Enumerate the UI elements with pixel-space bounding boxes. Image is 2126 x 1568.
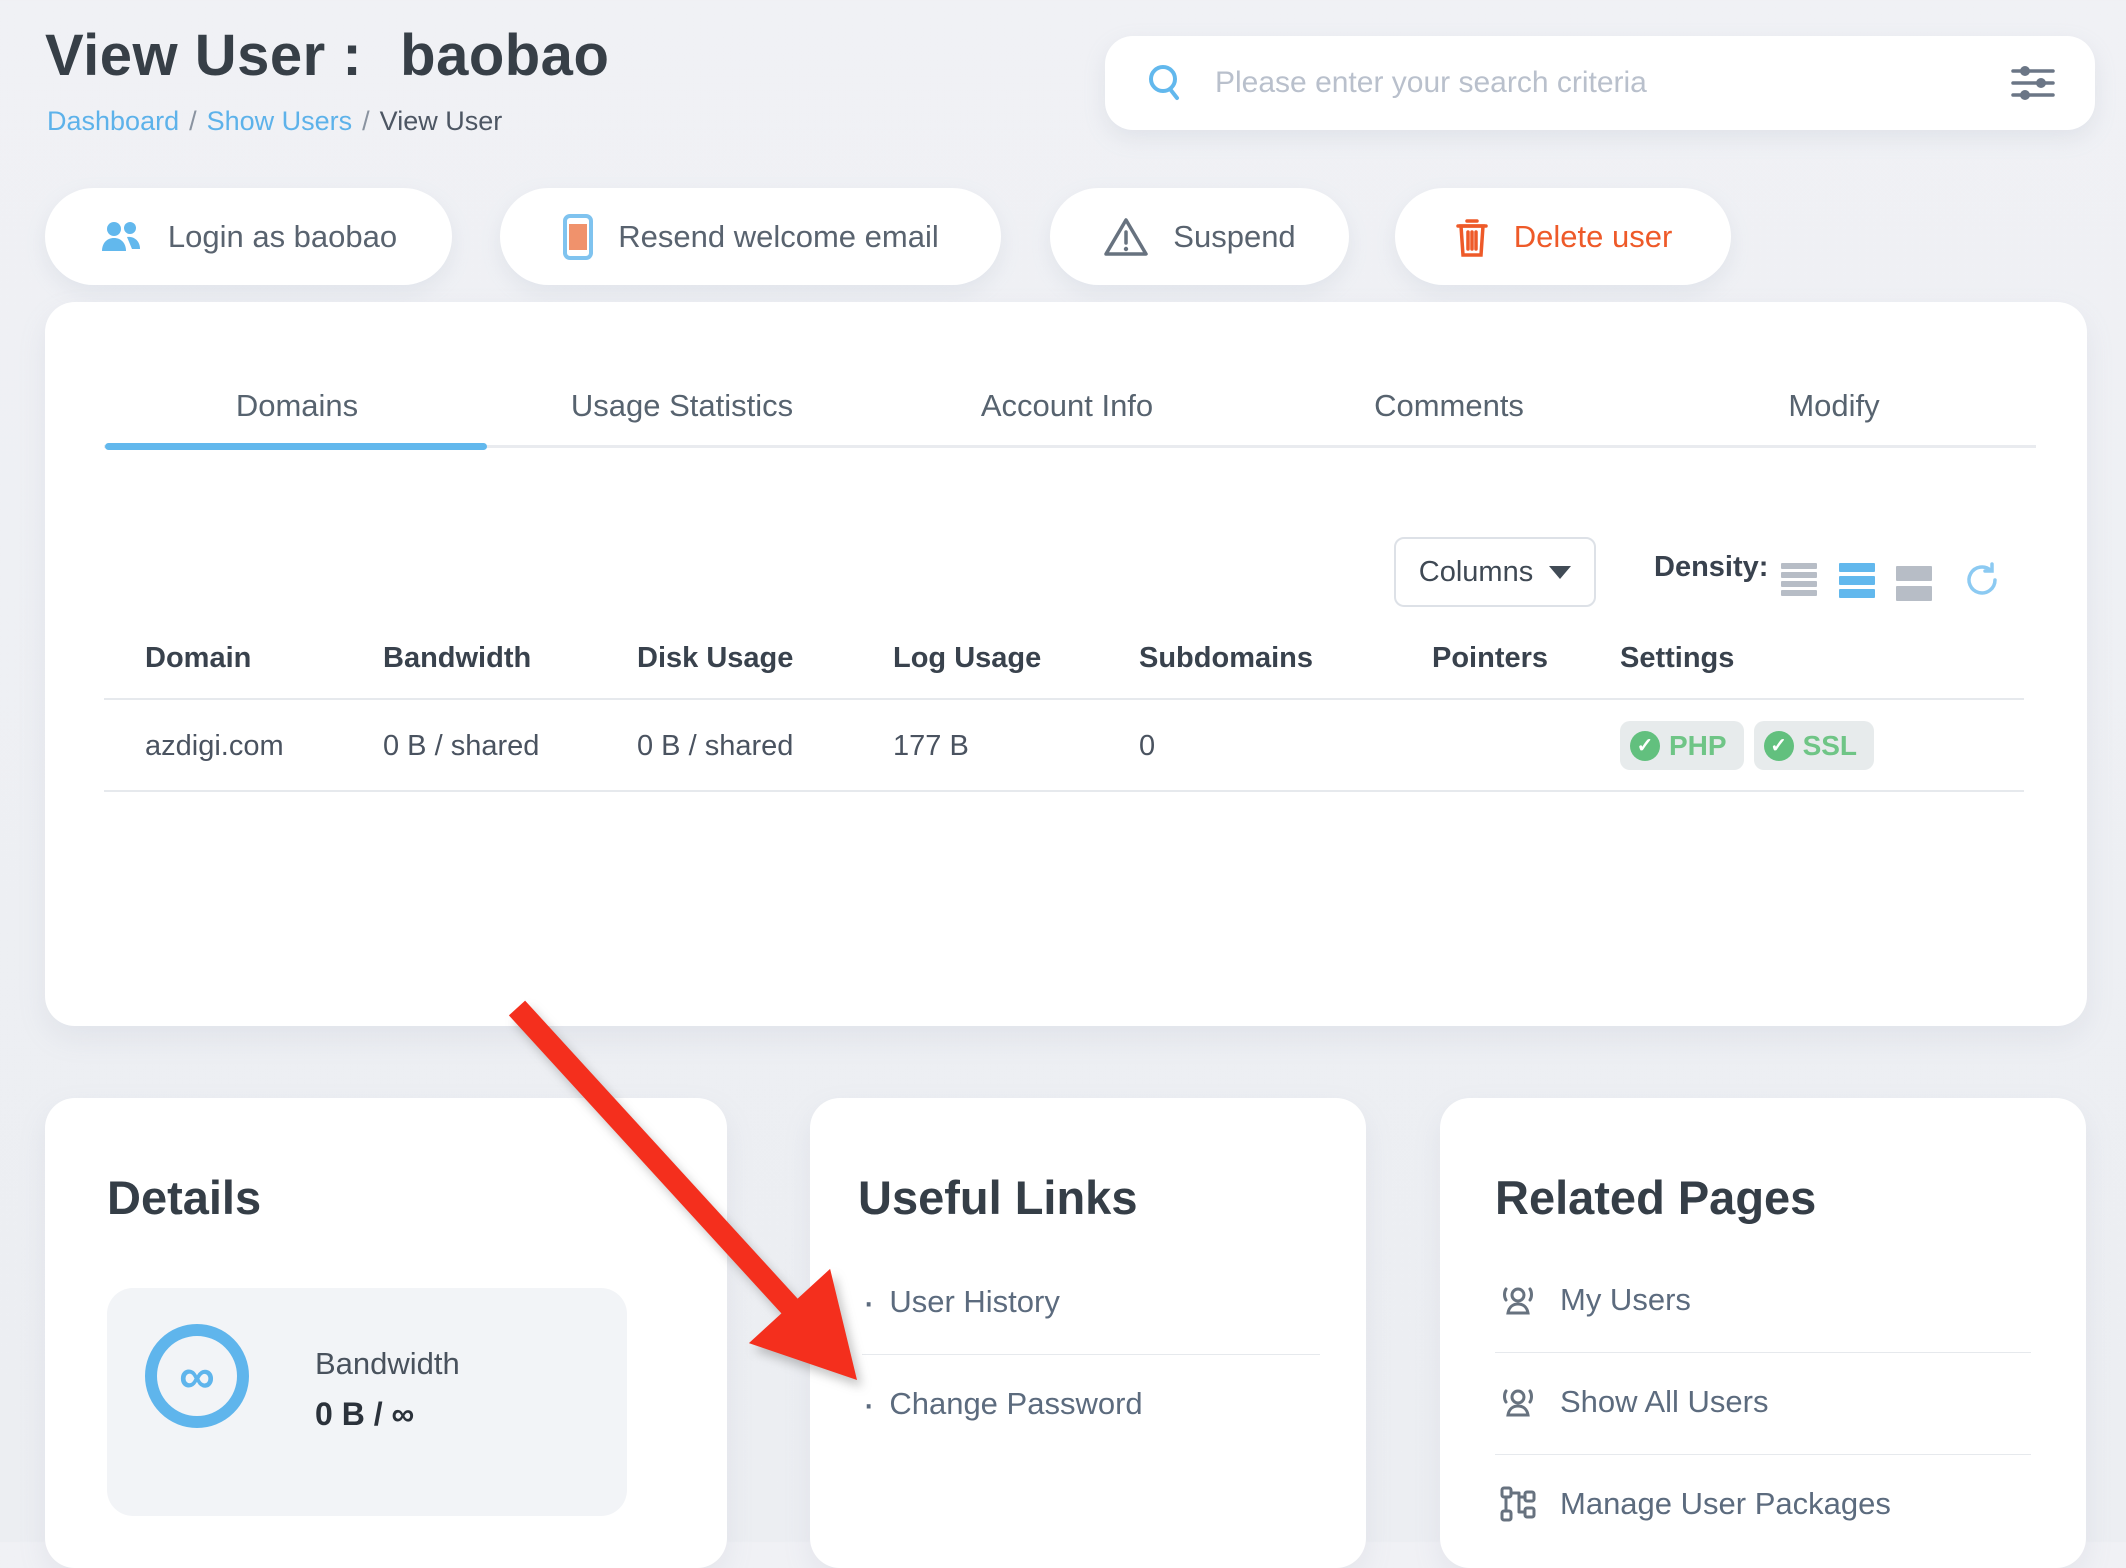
- bandwidth-stat-label: Bandwidth: [315, 1346, 460, 1381]
- column-header-bandwidth[interactable]: Bandwidth: [383, 642, 531, 675]
- refresh-icon[interactable]: [1962, 560, 2002, 600]
- columns-dropdown-button[interactable]: Columns: [1394, 537, 1596, 607]
- login-as-user-button[interactable]: Login as baobao: [45, 188, 452, 285]
- related-pages-card: Related Pages My Users Show All Users Ma…: [1440, 1098, 2086, 1568]
- column-header-log-usage[interactable]: Log Usage: [893, 642, 1041, 675]
- suspend-button[interactable]: Suspend: [1050, 188, 1349, 285]
- link-show-all-users-label: Show All Users: [1560, 1384, 1769, 1419]
- search-icon: [1145, 62, 1187, 104]
- page-title: View User : baobao: [45, 22, 609, 89]
- search-bar[interactable]: [1105, 36, 2095, 130]
- link-divider: [1495, 1352, 2031, 1353]
- resend-welcome-email-label: Resend welcome email: [618, 218, 939, 254]
- delete-user-label: Delete user: [1513, 218, 1673, 254]
- users-icon: [1498, 1280, 1538, 1320]
- density-label: Density:: [1654, 551, 1769, 583]
- active-tab-indicator: [105, 443, 487, 450]
- cell-subdomains: 0: [1139, 730, 1156, 762]
- link-show-all-users[interactable]: Show All Users: [1498, 1382, 1768, 1422]
- link-divider: [862, 1354, 1320, 1355]
- cell-settings: ✓ PHP ✓ SSL: [1620, 721, 1875, 770]
- link-my-users[interactable]: My Users: [1498, 1280, 1691, 1320]
- check-icon: ✓: [1630, 730, 1660, 761]
- density-compact-icon[interactable]: [1781, 563, 1817, 599]
- related-pages-title: Related Pages: [1495, 1171, 1817, 1224]
- filter-sliders-icon[interactable]: [2011, 63, 2055, 103]
- column-header-disk-usage[interactable]: Disk Usage: [637, 642, 793, 675]
- mail-phone-icon: [562, 213, 594, 260]
- link-manage-user-packages[interactable]: Manage User Packages: [1498, 1484, 1891, 1524]
- check-icon: ✓: [1763, 730, 1794, 761]
- table-row-divider: [104, 790, 2024, 792]
- cell-disk-usage: 0 B / shared: [637, 730, 794, 762]
- breadcrumb: Dashboard / Show Users / View User: [47, 106, 502, 137]
- cell-log-usage: 177 B: [893, 730, 969, 762]
- users-icon: [1498, 1382, 1538, 1422]
- ssl-badge-label: SSL: [1802, 729, 1858, 761]
- trash-icon: [1454, 215, 1490, 259]
- column-header-domain[interactable]: Domain: [145, 642, 251, 675]
- delete-user-button[interactable]: Delete user: [1395, 188, 1731, 285]
- infinity-glyph: ∞: [179, 1348, 215, 1404]
- cell-domain[interactable]: azdigi.com: [145, 730, 284, 763]
- details-card-title: Details: [107, 1171, 262, 1224]
- link-user-history-label: User History: [889, 1284, 1060, 1319]
- cell-bandwidth: 0 B / shared: [383, 730, 540, 762]
- column-header-subdomains[interactable]: Subdomains: [1139, 642, 1313, 675]
- page-title-label: View User :: [45, 23, 363, 88]
- link-manage-user-packages-label: Manage User Packages: [1560, 1486, 1891, 1521]
- suspend-label: Suspend: [1173, 218, 1296, 254]
- columns-dropdown-label: Columns: [1418, 555, 1534, 588]
- php-badge-label: PHP: [1669, 729, 1727, 761]
- tab-domains[interactable]: Domains: [236, 388, 358, 424]
- ssl-badge[interactable]: ✓ SSL: [1753, 721, 1875, 770]
- chevron-down-icon: [1549, 565, 1572, 579]
- breadcrumb-separator: /: [189, 106, 197, 136]
- link-change-password[interactable]: · Change Password: [862, 1384, 1143, 1424]
- infinity-icon: ∞: [145, 1324, 249, 1428]
- page-title-username: baobao: [400, 23, 610, 88]
- link-change-password-label: Change Password: [889, 1386, 1143, 1421]
- breadcrumb-view-user: View User: [379, 106, 503, 136]
- packages-icon: [1498, 1484, 1538, 1524]
- breadcrumb-separator: /: [362, 106, 370, 136]
- breadcrumb-show-users[interactable]: Show Users: [207, 106, 353, 137]
- details-card: Details ∞ Bandwidth 0 B / ∞: [45, 1098, 727, 1568]
- bandwidth-stat-box: ∞ Bandwidth 0 B / ∞: [107, 1288, 627, 1516]
- users-group-icon: [100, 217, 144, 257]
- useful-links-title: Useful Links: [858, 1171, 1138, 1224]
- resend-welcome-email-button[interactable]: Resend welcome email: [500, 188, 1001, 285]
- php-badge[interactable]: ✓ PHP: [1620, 721, 1744, 770]
- login-as-user-label: Login as baobao: [167, 218, 398, 254]
- link-user-history[interactable]: · User History: [862, 1282, 1060, 1322]
- column-header-settings[interactable]: Settings: [1620, 642, 1734, 675]
- link-divider: [1495, 1454, 2031, 1455]
- tab-account-info[interactable]: Account Info: [981, 388, 1153, 424]
- tab-modify[interactable]: Modify: [1788, 388, 1879, 424]
- breadcrumb-dashboard[interactable]: Dashboard: [47, 106, 179, 137]
- search-input[interactable]: [1215, 66, 1983, 100]
- density-normal-icon[interactable]: [1839, 563, 1875, 602]
- column-header-pointers[interactable]: Pointers: [1432, 642, 1548, 675]
- density-relaxed-icon[interactable]: [1896, 566, 1932, 606]
- useful-links-card: Useful Links · User History · Change Pas…: [810, 1098, 1366, 1568]
- bandwidth-stat-value: 0 B / ∞: [315, 1396, 415, 1432]
- tab-comments[interactable]: Comments: [1374, 388, 1524, 424]
- tab-usage-statistics[interactable]: Usage Statistics: [571, 388, 793, 424]
- table-header-divider: [104, 698, 2024, 700]
- warning-triangle-icon: [1103, 216, 1149, 258]
- link-my-users-label: My Users: [1560, 1282, 1691, 1317]
